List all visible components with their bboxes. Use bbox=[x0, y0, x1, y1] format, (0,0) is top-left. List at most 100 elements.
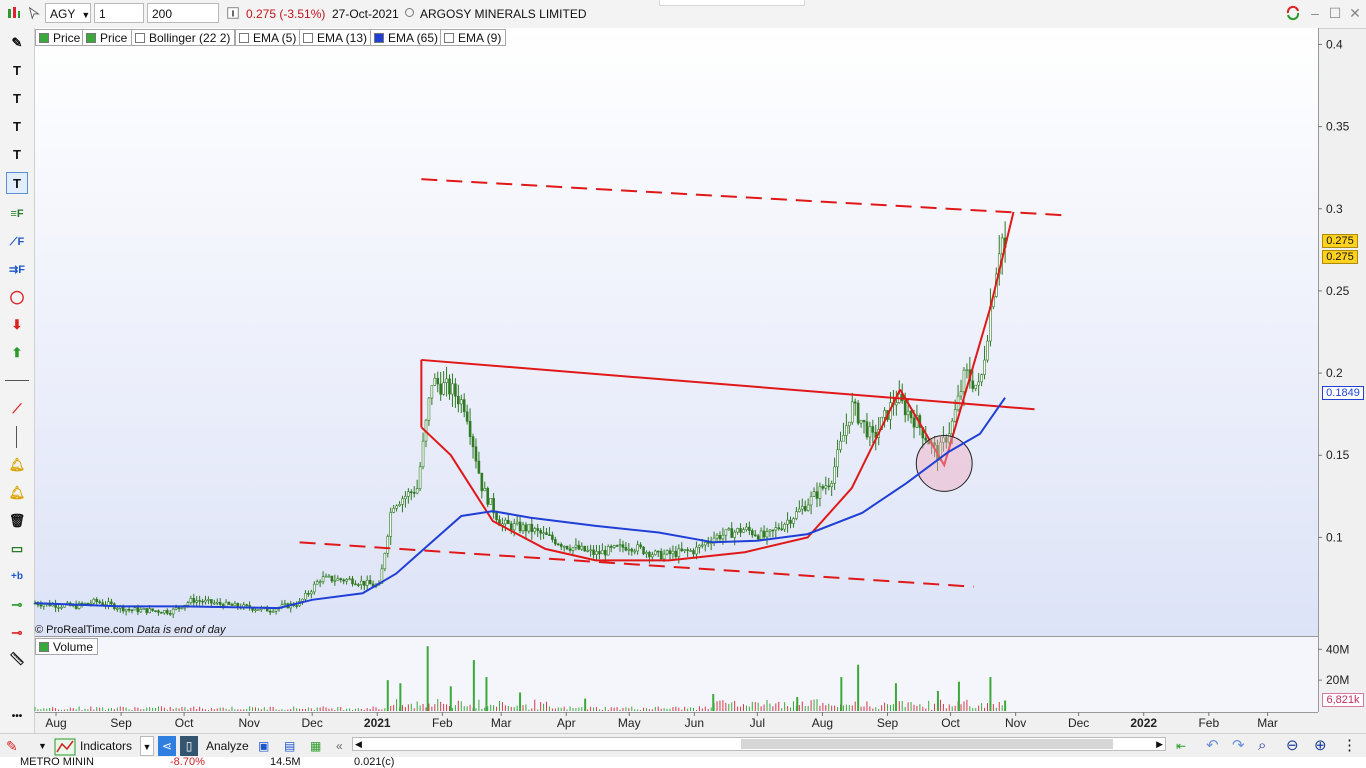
line-green-icon[interactable]: ⊸ bbox=[6, 594, 28, 616]
candle-body bbox=[507, 519, 510, 525]
zoom-area-icon[interactable]: ⌕ bbox=[1258, 736, 1266, 756]
minimize-icon[interactable]: – bbox=[1306, 4, 1324, 22]
time-scrollbar[interactable]: ◀ ▶ bbox=[352, 737, 1166, 751]
legend-item-ema65[interactable]: EMA (65) bbox=[370, 29, 444, 46]
ruler-icon[interactable]: 📏︎ bbox=[6, 648, 28, 670]
neckline[interactable] bbox=[421, 358, 1035, 411]
candle-body bbox=[157, 610, 160, 613]
units-selector[interactable]: 200 units▼ bbox=[147, 3, 219, 41]
text-tool-icon[interactable]: T bbox=[6, 88, 28, 110]
window-icon[interactable]: ▤ bbox=[284, 736, 295, 756]
volume-bar bbox=[240, 709, 242, 711]
legend-item-ema5[interactable]: EMA (5) bbox=[235, 29, 302, 46]
highlight-circle[interactable] bbox=[915, 435, 973, 492]
candle-body bbox=[965, 369, 969, 372]
scrollbar-thumb[interactable] bbox=[741, 739, 1113, 749]
analyze-button[interactable]: Analyze bbox=[206, 736, 249, 756]
candle-body bbox=[762, 530, 766, 538]
export-icon[interactable]: ⇤ bbox=[1176, 736, 1186, 756]
symbol-selector[interactable]: AGY ▼ bbox=[45, 3, 91, 23]
candle-body bbox=[389, 512, 393, 537]
levels-icon[interactable]: ⇉F bbox=[6, 259, 28, 281]
instrument-info-icon[interactable] bbox=[226, 5, 240, 21]
arrow-up-icon[interactable]: ⬆ bbox=[6, 342, 28, 364]
zoom-out-icon[interactable]: ⊖ bbox=[1286, 736, 1299, 756]
volume-bar bbox=[869, 706, 871, 711]
radio-icon[interactable] bbox=[405, 8, 414, 17]
line-red-icon[interactable]: ⊸ bbox=[6, 622, 28, 644]
arrow-down-icon[interactable]: ⬇ bbox=[6, 314, 28, 336]
maximize-icon[interactable]: ☐ bbox=[1326, 4, 1344, 22]
x-tick-label: 2022 bbox=[1130, 716, 1157, 730]
text-tool-icon[interactable]: T bbox=[6, 116, 28, 138]
chevron-down-icon[interactable]: ▼ bbox=[38, 736, 47, 756]
share-icon[interactable]: ⋖ bbox=[158, 736, 176, 756]
candle-body bbox=[407, 491, 410, 497]
refresh-icon[interactable] bbox=[1285, 5, 1301, 21]
legend-item-ema13[interactable]: EMA (13) bbox=[299, 29, 373, 46]
drawing-pen-icon[interactable]: ✎ bbox=[6, 736, 18, 756]
fibonacci-icon[interactable]: ≡F bbox=[6, 203, 28, 225]
rectangle-icon[interactable]: ▭ bbox=[6, 538, 28, 560]
vertical-line-icon[interactable] bbox=[16, 426, 17, 448]
scroll-right-icon[interactable]: ▶ bbox=[1156, 738, 1163, 750]
trash-icon[interactable]: 🗑︎ bbox=[6, 510, 28, 532]
candle-body bbox=[77, 602, 81, 609]
ellipse-icon[interactable]: ◯ bbox=[6, 286, 28, 308]
candle-body bbox=[110, 601, 113, 605]
upper-channel-line[interactable] bbox=[421, 178, 1067, 217]
volume-bar bbox=[801, 701, 803, 711]
volume-bar bbox=[193, 706, 195, 711]
cursor-icon[interactable] bbox=[27, 5, 41, 21]
more-tools-icon[interactable]: ••• bbox=[6, 706, 28, 728]
candle-body bbox=[374, 584, 378, 587]
horizontal-line-icon[interactable] bbox=[5, 380, 29, 381]
alert-bell-icon[interactable]: 🔔︎ bbox=[6, 454, 28, 476]
alert-bell-edit-icon[interactable]: 🔔︎ bbox=[6, 482, 28, 504]
indicators-button[interactable]: Indicators bbox=[80, 736, 132, 756]
volume-bar bbox=[105, 710, 107, 711]
indicator-add-icon[interactable]: +b bbox=[6, 566, 28, 588]
price-chart[interactable]: 0.4 0.35 0.3 0.25 0.2 0.15 0.1 40M 20M Aug Sep Oc… bbox=[0, 0, 1366, 768]
redo-icon[interactable]: ↷ bbox=[1232, 736, 1245, 756]
undo-icon[interactable]: ↶ bbox=[1206, 736, 1219, 756]
scroll-back-icon[interactable]: « bbox=[336, 736, 343, 756]
volume-bar bbox=[754, 702, 756, 711]
scroll-left-icon[interactable]: ◀ bbox=[355, 738, 362, 750]
candle-body bbox=[624, 547, 628, 551]
volume-bar bbox=[46, 708, 48, 711]
screener-icon[interactable]: ▣ bbox=[258, 736, 269, 756]
more-icon[interactable]: ⋮ bbox=[1342, 736, 1357, 756]
cup-curve[interactable] bbox=[420, 389, 901, 562]
text-tool-icon[interactable]: T bbox=[6, 60, 28, 82]
candle-body bbox=[86, 602, 90, 605]
candle-body bbox=[318, 581, 322, 583]
lower-channel-line[interactable] bbox=[299, 541, 974, 588]
text-tool-icon[interactable]: T bbox=[6, 144, 28, 166]
candle-body bbox=[621, 544, 625, 548]
period-selector[interactable]: 1 day▼ bbox=[94, 3, 144, 41]
chart-add-icon[interactable]: ▦ bbox=[310, 736, 321, 756]
analyze-icon[interactable]: ▯ bbox=[180, 736, 198, 756]
volume-bar bbox=[178, 708, 180, 711]
zoom-in-icon[interactable]: ⊕ bbox=[1314, 736, 1327, 756]
legend-item-price[interactable]: Price bbox=[82, 29, 133, 46]
candle-body bbox=[404, 495, 407, 500]
legend-item-price[interactable]: Price bbox=[35, 29, 86, 46]
text-box-icon[interactable]: T bbox=[6, 172, 28, 194]
handle-line[interactable] bbox=[899, 211, 1015, 468]
fan-icon[interactable]: ⟋F bbox=[6, 231, 28, 253]
close-icon[interactable]: ✕ bbox=[1346, 4, 1364, 22]
chevron-down-icon[interactable]: ▼ bbox=[140, 736, 154, 756]
pencil-icon[interactable]: ✎ bbox=[6, 32, 28, 54]
chart-type-icon[interactable] bbox=[6, 5, 22, 21]
volume-legend[interactable]: Volume bbox=[35, 638, 99, 655]
indicators-icon[interactable] bbox=[54, 738, 76, 756]
volume-bar bbox=[737, 706, 739, 711]
candle-body bbox=[771, 529, 775, 532]
legend-item-bollinger[interactable]: Bollinger (22 2) bbox=[131, 29, 236, 46]
legend-item-ema9[interactable]: EMA (9) bbox=[440, 29, 507, 46]
trendline-icon[interactable]: ⟋ bbox=[6, 398, 28, 420]
candle-body bbox=[357, 584, 360, 586]
volume-bar bbox=[257, 708, 259, 711]
